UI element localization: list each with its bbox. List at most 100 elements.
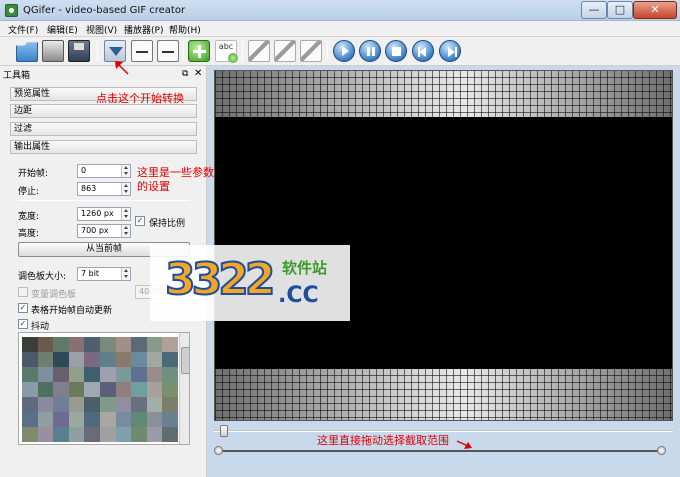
- prev-icon[interactable]: [412, 40, 434, 62]
- divider: [18, 200, 190, 201]
- palette-swatch: [22, 427, 38, 442]
- palette-swatch: [146, 367, 163, 382]
- title-bar: QGifer - video-based GIF creator — □ ✕: [0, 0, 680, 21]
- draw-crop-icon[interactable]: [300, 40, 322, 62]
- palette-grid: [22, 337, 178, 442]
- palette-swatch: [53, 412, 69, 427]
- palette-swatch: [131, 337, 147, 352]
- close-button[interactable]: ✕: [633, 1, 677, 19]
- spin-arrows-icon[interactable]: [121, 165, 130, 177]
- menu-help[interactable]: 帮助(H): [169, 23, 201, 36]
- palette-swatch: [115, 412, 132, 427]
- stop-icon[interactable]: [385, 40, 407, 62]
- palette-swatch: [115, 367, 132, 382]
- variable-palette-label: 变量调色板: [31, 290, 77, 300]
- palette-swatch: [99, 412, 116, 427]
- menu-edit[interactable]: 编辑(E): [47, 23, 78, 36]
- palette-swatch: [68, 412, 85, 427]
- section-output[interactable]: 输出属性: [10, 140, 197, 154]
- annotation-arrow-icon: [456, 440, 472, 449]
- palette-swatch: [162, 397, 178, 412]
- toolbar-separator: [183, 41, 184, 61]
- spin-arrows-icon[interactable]: [121, 268, 130, 280]
- palette-swatch: [131, 382, 147, 397]
- draw-frame-icon[interactable]: [274, 40, 296, 62]
- spin-arrows-icon[interactable]: [121, 183, 130, 195]
- save-icon[interactable]: [68, 40, 90, 62]
- float-panel-icon[interactable]: ⧉: [182, 69, 188, 79]
- palette-swatch: [162, 352, 178, 367]
- palette-swatch: [22, 352, 38, 367]
- width-label: 宽度:: [18, 212, 40, 222]
- add-object-icon[interactable]: [188, 40, 210, 62]
- watermark-logo: 3322 软件站 .CC: [150, 245, 350, 321]
- play-icon[interactable]: [333, 40, 355, 62]
- palette-size-label: 调色板大小:: [18, 272, 67, 282]
- palette-swatch: [115, 337, 132, 352]
- pause-icon[interactable]: [359, 40, 381, 62]
- dither-label: 抖动: [31, 322, 50, 332]
- range-end-handle[interactable]: [657, 446, 666, 455]
- stop-frame-input[interactable]: 863: [77, 182, 131, 196]
- spin-arrows-icon[interactable]: [121, 208, 130, 220]
- palette-swatch: [131, 367, 147, 382]
- stop-label: 停止:: [18, 187, 40, 197]
- range-slider-groove: [216, 450, 662, 452]
- palette-swatch: [53, 352, 69, 367]
- palette-swatch: [37, 412, 54, 427]
- start-frame-value: 0: [81, 166, 87, 175]
- palette-swatch: [162, 382, 178, 397]
- height-input[interactable]: 700 px: [77, 224, 131, 238]
- palette-swatch: [162, 337, 178, 352]
- spin-arrows-icon[interactable]: [121, 225, 130, 237]
- maximize-button[interactable]: □: [607, 1, 633, 19]
- position-slider-handle[interactable]: [220, 425, 228, 437]
- palette-scrollbar[interactable]: [179, 333, 189, 444]
- toolbar-separator: [97, 41, 98, 61]
- palette-swatch: [99, 427, 116, 442]
- palette-size-input[interactable]: 7 bit: [77, 267, 131, 281]
- palette-swatch: [53, 382, 69, 397]
- close-panel-icon[interactable]: ✕: [194, 68, 202, 79]
- keep-ratio-checkbox[interactable]: ✓: [135, 216, 145, 226]
- palette-swatch: [37, 397, 54, 412]
- minimize-button[interactable]: —: [581, 1, 607, 19]
- palette-swatch: [99, 382, 116, 397]
- palette-swatch: [84, 397, 100, 412]
- open-folder-icon[interactable]: [16, 42, 38, 62]
- toolbar: abc: [0, 37, 680, 66]
- palette-swatch: [53, 427, 69, 442]
- dither-checkbox[interactable]: ✓: [18, 319, 28, 329]
- menu-file[interactable]: 文件(F): [8, 23, 38, 36]
- set-start-icon[interactable]: [131, 40, 153, 62]
- palette-swatch: [53, 367, 69, 382]
- start-frame-input[interactable]: 0: [77, 164, 131, 178]
- range-start-handle[interactable]: [214, 446, 223, 455]
- palette-preview: [18, 332, 190, 445]
- variable-palette-checkbox[interactable]: [18, 287, 28, 297]
- toolbox-title: 工具箱: [3, 71, 31, 81]
- next-icon[interactable]: [439, 40, 461, 62]
- section-margins[interactable]: 边距: [10, 104, 197, 118]
- print-icon[interactable]: [42, 40, 64, 62]
- section-filter[interactable]: 过滤: [10, 122, 197, 136]
- text-icon[interactable]: abc: [215, 40, 238, 63]
- start-frame-label: 开始帧:: [18, 169, 49, 179]
- toolbar-separator: [327, 41, 328, 61]
- palette-swatch: [37, 427, 54, 442]
- draw-icon[interactable]: [248, 40, 270, 62]
- watermark-name: 软件站: [282, 259, 328, 277]
- set-end-icon[interactable]: [157, 40, 179, 62]
- menu-player[interactable]: 播放器(P): [124, 23, 163, 36]
- width-input[interactable]: 1260 px: [77, 207, 131, 221]
- annotation-params-line2: 的设置: [137, 180, 170, 193]
- palette-swatch: [68, 367, 85, 382]
- menu-view[interactable]: 视图(V): [86, 23, 117, 36]
- palette-swatch: [131, 397, 147, 412]
- auto-update-checkbox[interactable]: ✓: [18, 303, 28, 313]
- palette-swatch: [162, 412, 178, 427]
- palette-swatch: [37, 382, 54, 397]
- palette-swatch: [84, 382, 100, 397]
- watermark-digits: 3322: [164, 254, 276, 306]
- palette-swatch: [146, 352, 163, 367]
